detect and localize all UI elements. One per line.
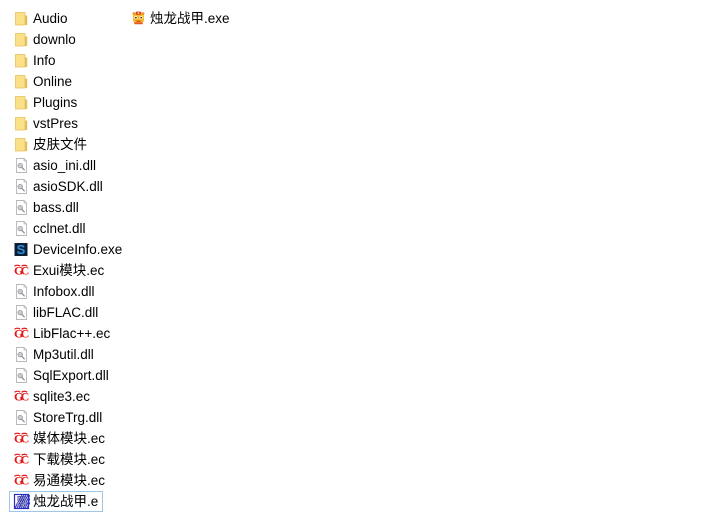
file-item[interactable]: Online bbox=[9, 71, 77, 92]
file-item-label: StoreTrg.dll bbox=[33, 410, 103, 425]
file-item-label: 烛龙战甲.exe bbox=[150, 11, 230, 26]
file-item[interactable]: Info bbox=[9, 50, 61, 71]
folder-icon bbox=[13, 94, 30, 111]
folder-icon bbox=[13, 31, 30, 48]
file-item[interactable]: G C Exui模块.ec bbox=[9, 260, 109, 281]
folder-icon bbox=[13, 73, 30, 90]
file-item[interactable]: Infobox.dll bbox=[9, 281, 100, 302]
dll-file-icon bbox=[13, 283, 30, 300]
file-item[interactable]: Plugins bbox=[9, 92, 82, 113]
file-item-label: Infobox.dll bbox=[33, 284, 95, 299]
file-item-label: Audio bbox=[33, 11, 68, 26]
svg-text:易: 易 bbox=[15, 495, 27, 509]
file-item[interactable]: bass.dll bbox=[9, 197, 84, 218]
file-item[interactable]: asio_ini.dll bbox=[9, 155, 101, 176]
file-item-label: DeviceInfo.exe bbox=[33, 242, 123, 257]
file-item[interactable]: G C LibFlac++.ec bbox=[9, 323, 115, 344]
file-item-label: 媒体模块.ec bbox=[33, 431, 106, 446]
file-item[interactable]: SqlExport.dll bbox=[9, 365, 114, 386]
dll-file-icon bbox=[13, 304, 30, 321]
file-item[interactable]: libFLAC.dll bbox=[9, 302, 103, 323]
file-item-label: sqlite3.ec bbox=[33, 389, 91, 404]
file-item[interactable]: vstPres bbox=[9, 113, 83, 134]
ec-module-icon: GC bbox=[13, 472, 30, 489]
folder-icon bbox=[13, 136, 30, 153]
file-item-label: asioSDK.dll bbox=[33, 179, 103, 194]
file-item[interactable]: StoreTrg.dll bbox=[9, 407, 107, 428]
folder-icon bbox=[13, 52, 30, 69]
ec-module-icon: GC bbox=[13, 388, 30, 405]
file-list-view[interactable]: Audio downlo Info Online Plugins vstPres 皮肤文件 a… bbox=[0, 0, 713, 532]
file-item[interactable]: 烛龙战甲.exe bbox=[126, 8, 235, 29]
file-item-label: vstPres bbox=[33, 116, 79, 131]
file-item[interactable]: 易烛龙战甲.e bbox=[9, 491, 104, 512]
dll-file-icon bbox=[13, 178, 30, 195]
file-item-label: asio_ini.dll bbox=[33, 158, 97, 173]
column-2: 烛龙战甲.exe bbox=[126, 8, 235, 29]
dll-file-icon bbox=[13, 199, 30, 216]
file-item-label: bass.dll bbox=[33, 200, 79, 215]
file-item-label: 易通模块.ec bbox=[33, 473, 106, 488]
file-item-label: 烛龙战甲.e bbox=[33, 494, 99, 509]
file-item[interactable]: cclnet.dll bbox=[9, 218, 91, 239]
lion-mascot-exe-icon bbox=[130, 10, 147, 27]
folder-icon bbox=[13, 115, 30, 132]
file-item-label: libFLAC.dll bbox=[33, 305, 99, 320]
column-1: Audio downlo Info Online Plugins vstPres 皮肤文件 a… bbox=[9, 8, 127, 512]
file-item[interactable]: asioSDK.dll bbox=[9, 176, 108, 197]
file-item-label: LibFlac++.ec bbox=[33, 326, 111, 341]
svg-text:S: S bbox=[17, 242, 26, 257]
file-item[interactable]: G C 易通模块.ec bbox=[9, 470, 110, 491]
dll-file-icon bbox=[13, 346, 30, 363]
file-item[interactable]: G C 媒体模块.ec bbox=[9, 428, 110, 449]
file-item-label: cclnet.dll bbox=[33, 221, 86, 236]
folder-icon bbox=[13, 10, 30, 27]
file-item-label: 下载模块.ec bbox=[33, 452, 106, 467]
dll-file-icon bbox=[13, 367, 30, 384]
file-item[interactable]: 皮肤文件 bbox=[9, 134, 92, 155]
file-item[interactable]: G C 下载模块.ec bbox=[9, 449, 110, 470]
ec-module-icon: GC bbox=[13, 451, 30, 468]
file-item-label: Plugins bbox=[33, 95, 78, 110]
file-item-label: Mp3util.dll bbox=[33, 347, 94, 362]
ec-module-icon: GC bbox=[13, 262, 30, 279]
dll-file-icon bbox=[13, 220, 30, 237]
file-item-label: downlo bbox=[33, 32, 76, 47]
file-item[interactable]: Mp3util.dll bbox=[9, 344, 99, 365]
file-item[interactable]: G Csqlite3.ec bbox=[9, 386, 95, 407]
dll-file-icon bbox=[13, 157, 30, 174]
file-item-label: Exui模块.ec bbox=[33, 263, 105, 278]
file-item-label: Info bbox=[33, 53, 56, 68]
file-item[interactable]: Audio bbox=[9, 8, 73, 29]
dll-file-icon bbox=[13, 409, 30, 426]
file-item-label: Online bbox=[33, 74, 73, 89]
file-item[interactable]: downlo bbox=[9, 29, 81, 50]
e-source-icon: 易 bbox=[13, 493, 30, 510]
file-item[interactable]: S DeviceInfo.exe bbox=[9, 239, 127, 260]
file-item-label: SqlExport.dll bbox=[33, 368, 109, 383]
ec-module-icon: GC bbox=[13, 325, 30, 342]
file-item-label: 皮肤文件 bbox=[33, 137, 87, 152]
ec-module-icon: GC bbox=[13, 430, 30, 447]
device-info-exe-icon: S bbox=[13, 241, 30, 258]
